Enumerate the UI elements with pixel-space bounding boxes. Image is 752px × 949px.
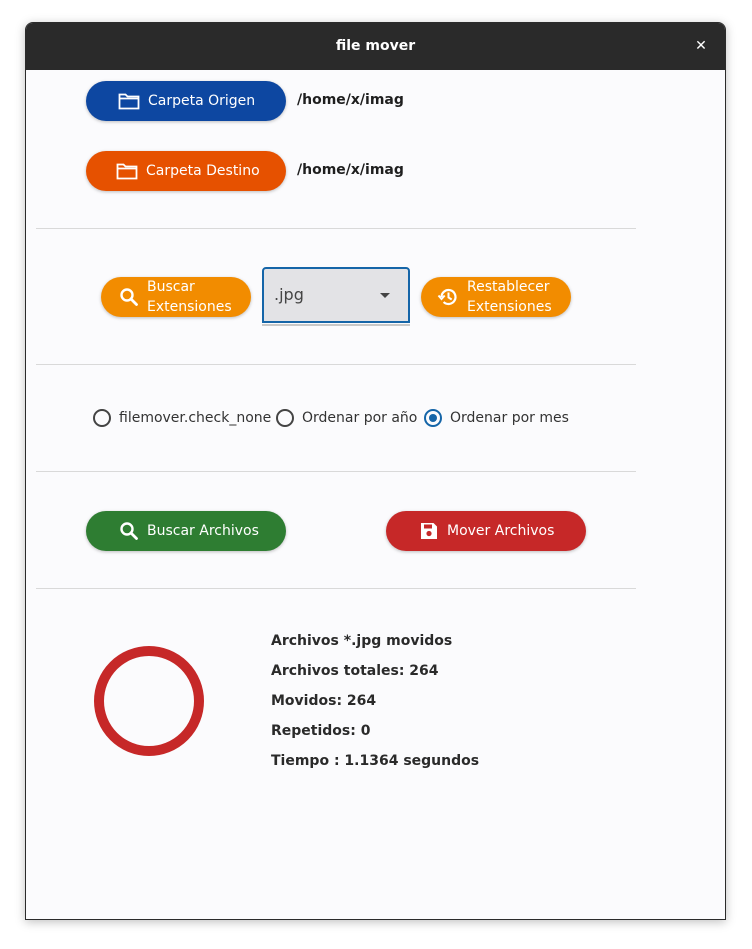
history-icon <box>437 288 457 306</box>
extension-select-value: .jpg <box>274 285 304 304</box>
folder-icon <box>116 163 138 180</box>
radio-check-none[interactable]: filemover.check_none <box>93 409 271 427</box>
search-extensions-label-line1: Buscar <box>147 279 195 295</box>
extension-select[interactable]: .jpg <box>262 267 410 323</box>
title-bar: file mover ✕ <box>26 23 725 70</box>
radio-sort-month[interactable]: Ordenar por mes <box>424 409 569 427</box>
radio-circle <box>276 409 294 427</box>
search-files-button[interactable]: Buscar Archivos <box>86 511 286 551</box>
radio-circle <box>93 409 111 427</box>
move-files-label: Mover Archivos <box>447 523 555 539</box>
search-files-label: Buscar Archivos <box>147 523 259 539</box>
save-icon <box>421 523 437 539</box>
window-title: file mover <box>335 38 416 54</box>
app-window: file mover ✕ Carpeta Origen /home/x/imag… <box>25 22 726 920</box>
result-moved: Movidos: 264 <box>271 693 377 709</box>
move-files-button[interactable]: Mover Archivos <box>386 511 586 551</box>
search-icon <box>120 522 138 540</box>
progress-ring <box>94 646 204 756</box>
search-extensions-button[interactable]: Buscar Extensiones <box>101 277 251 317</box>
dropdown-caret-icon <box>380 293 390 298</box>
reset-extensions-label-line2: Extensiones <box>467 299 552 315</box>
folder-icon <box>118 93 140 110</box>
reset-extensions-label: Restablecer Extensiones <box>467 277 552 317</box>
divider <box>36 364 636 365</box>
radio-label: filemover.check_none <box>119 410 272 426</box>
search-extensions-label: Buscar Extensiones <box>147 277 232 317</box>
radio-sort-year[interactable]: Ordenar por año <box>276 409 417 427</box>
source-folder-label: Carpeta Origen <box>148 93 256 109</box>
close-icon[interactable]: ✕ <box>691 36 711 56</box>
dest-folder-label: Carpeta Destino <box>146 163 260 179</box>
dest-folder-button[interactable]: Carpeta Destino <box>86 151 286 191</box>
source-path: /home/x/imag <box>297 92 404 108</box>
divider <box>36 471 636 472</box>
source-folder-button[interactable]: Carpeta Origen <box>86 81 286 121</box>
dest-path: /home/x/imag <box>297 162 404 178</box>
result-repeated: Repetidos: 0 <box>271 723 371 739</box>
radio-label: Ordenar por año <box>302 410 418 426</box>
search-extensions-label-line2: Extensiones <box>147 299 232 315</box>
select-underline <box>262 324 410 326</box>
result-time: Tiempo : 1.1364 segundos <box>271 753 480 769</box>
divider <box>36 228 636 229</box>
radio-circle-selected <box>424 409 442 427</box>
divider <box>36 588 636 589</box>
reset-extensions-label-line1: Restablecer <box>467 279 550 295</box>
search-icon <box>120 288 138 306</box>
result-summary: Archivos *.jpg movidos <box>271 633 453 649</box>
result-total: Archivos totales: 264 <box>271 663 439 679</box>
radio-label: Ordenar por mes <box>450 410 569 426</box>
reset-extensions-button[interactable]: Restablecer Extensiones <box>421 277 571 317</box>
